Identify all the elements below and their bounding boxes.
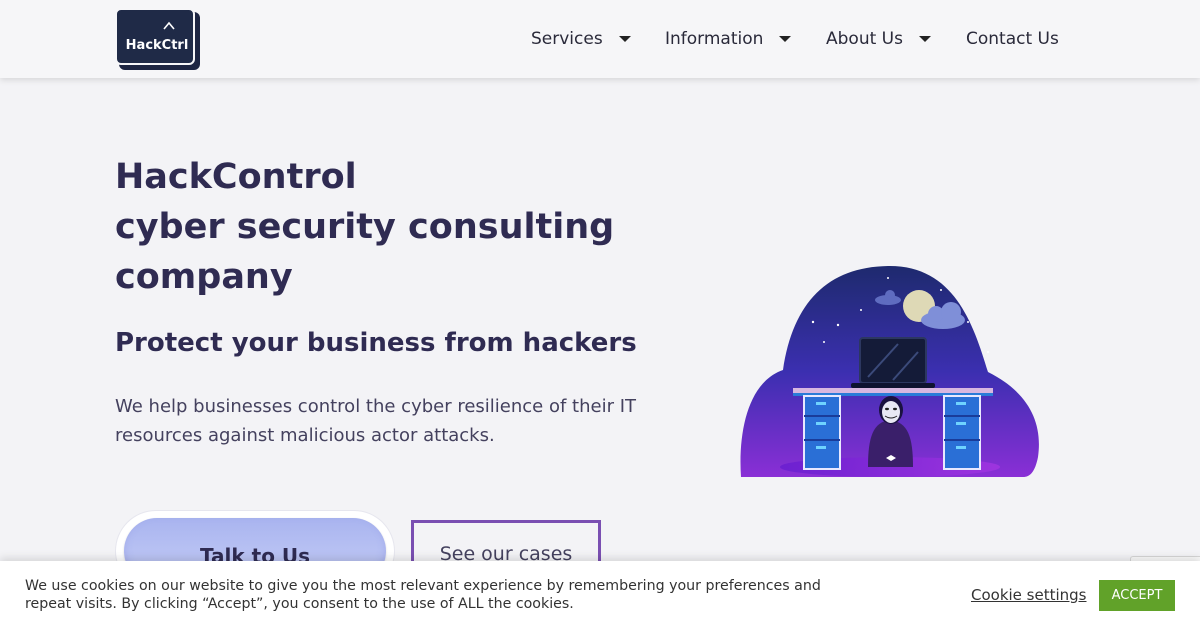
nav-item-information[interactable]: Information	[665, 26, 792, 52]
logo[interactable]: HackCtrl	[115, 8, 200, 70]
caret-down-icon	[618, 36, 631, 42]
caret-down-icon	[779, 36, 792, 42]
nav-item-about-us[interactable]: About Us	[826, 26, 931, 52]
desk-drawers-left	[803, 395, 841, 470]
nav-item-label: Services	[531, 29, 603, 49]
chevron-up-icon	[163, 21, 175, 30]
cookie-message: We use cookies on our website to give yo…	[25, 578, 821, 612]
nav-item-label: Information	[665, 29, 764, 49]
cookie-settings-link[interactable]: Cookie settings	[971, 586, 1087, 604]
hacker-illustration	[740, 265, 1039, 477]
logo-text: HackCtrl	[125, 38, 189, 53]
hero-subtitle: Protect your business from hackers	[115, 328, 637, 358]
site-header: HackCtrl Services Information About Us C…	[0, 0, 1200, 78]
nav-item-label: About Us	[826, 29, 903, 49]
logo-badge: HackCtrl	[115, 8, 195, 65]
cookie-banner: We use cookies on our website to give yo…	[0, 561, 1200, 630]
hero-description: We help businesses control the cyber res…	[115, 396, 637, 446]
hero-title-line: company	[115, 257, 293, 297]
hero-title-line: HackControl	[115, 157, 357, 197]
nav-item-contact-us[interactable]: Contact Us	[966, 26, 1059, 52]
nav-item-label: Contact Us	[966, 29, 1059, 49]
hero-title-line: cyber security consulting	[115, 207, 615, 247]
desk-drawers-right	[943, 395, 981, 470]
hero-title: HackControl cyber security consulting co…	[115, 152, 675, 302]
caret-down-icon	[918, 36, 931, 42]
nav-item-services[interactable]: Services	[531, 26, 631, 52]
accept-cookies-button[interactable]: ACCEPT	[1099, 580, 1175, 611]
